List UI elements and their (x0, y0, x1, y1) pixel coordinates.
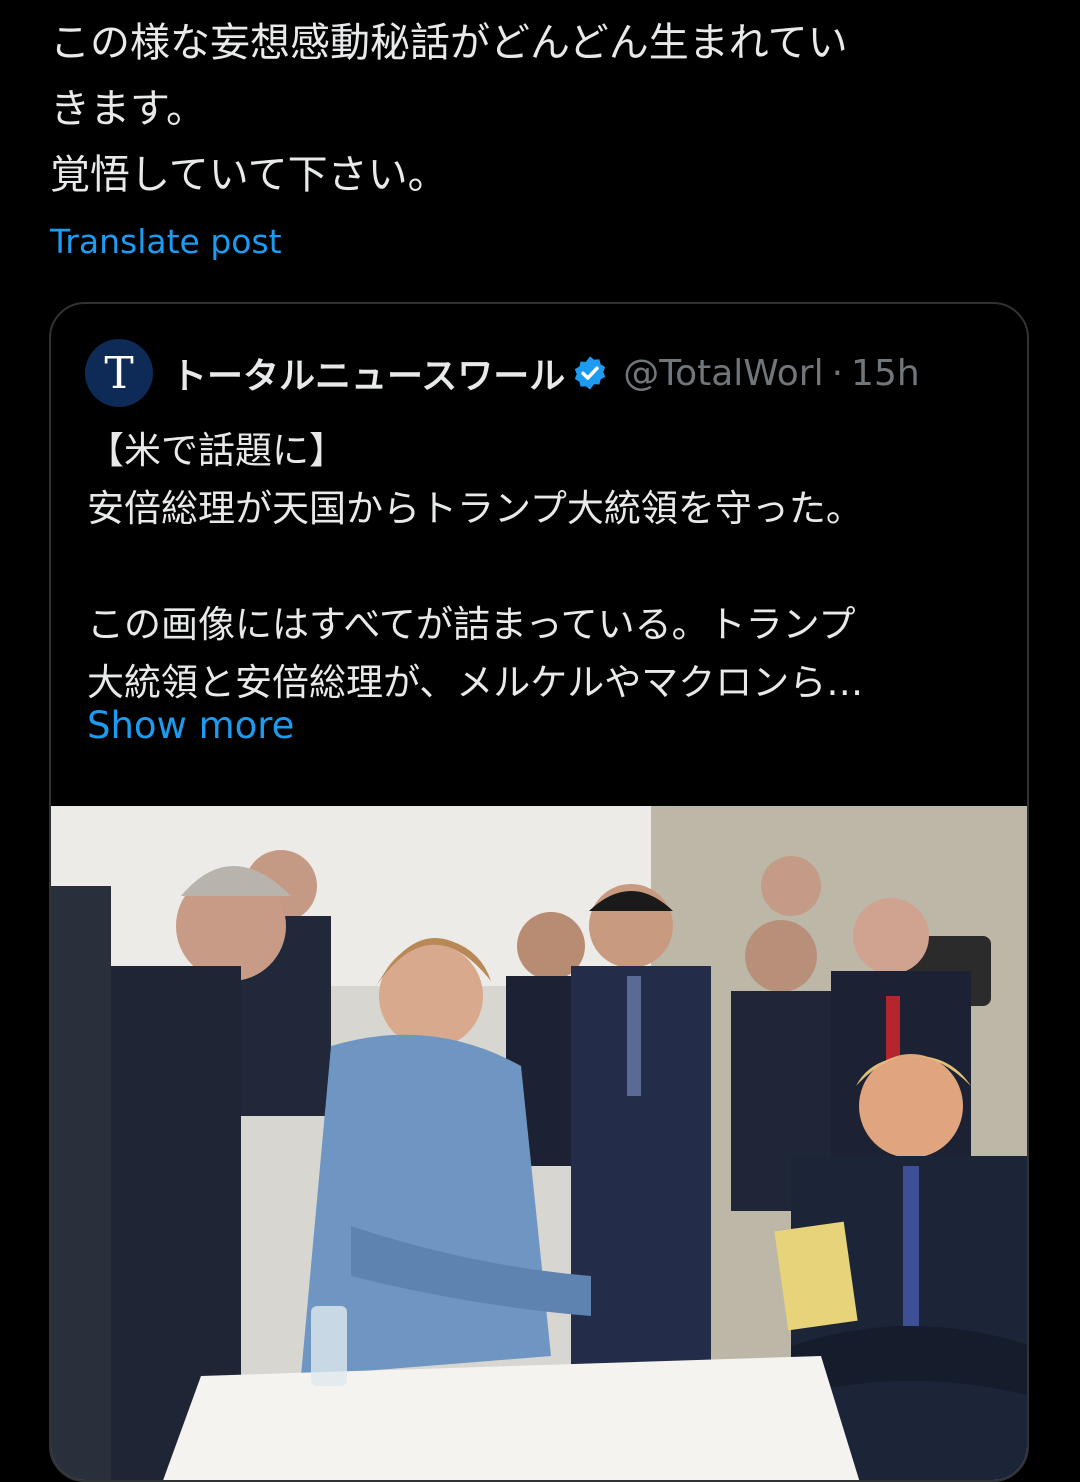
post-timestamp[interactable]: 15h (851, 353, 920, 394)
post-text-line: 覚悟していて下さい。 (50, 152, 448, 198)
quoted-author-handle[interactable]: @TotalWorl (623, 353, 823, 394)
quoted-body-line (87, 538, 997, 596)
translate-post-link[interactable]: Translate post (50, 222, 282, 261)
quoted-body-line: 【米で話題に】 (87, 429, 346, 472)
quoted-post-card[interactable]: T トータルニュースワール @TotalWorl · 15h 【米で話題に】 安… (49, 302, 1029, 1482)
show-more-link[interactable]: Show more (87, 704, 294, 747)
quoted-author-name[interactable]: トータルニュースワール (171, 347, 565, 399)
post-text: この様な妄想感動秘話がどんどん生まれてい きます。 覚悟していて下さい。 (50, 10, 1040, 208)
meta-separator: · (831, 352, 844, 394)
post-text-line: この様な妄想感動秘話がどんどん生まれてい (50, 20, 848, 66)
photo-illustration (51, 806, 1027, 1480)
quoted-body-line: この画像にはすべてが詰まっている。トランプ (87, 603, 856, 646)
quoted-body-line: 安倍総理が天国からトランプ大統領を守った。 (87, 487, 863, 530)
post-photo[interactable] (51, 806, 1027, 1480)
post-text-line: きます。 (50, 86, 206, 132)
verified-badge-icon (571, 354, 609, 392)
avatar[interactable]: T (85, 339, 153, 407)
quoted-post-header: T トータルニュースワール @TotalWorl · 15h (85, 338, 1005, 408)
avatar-letter: T (104, 347, 134, 399)
quoted-post-body: 【米で話題に】 安倍総理が天国からトランプ大統領を守った。 この画像にはすべてが… (87, 422, 997, 712)
